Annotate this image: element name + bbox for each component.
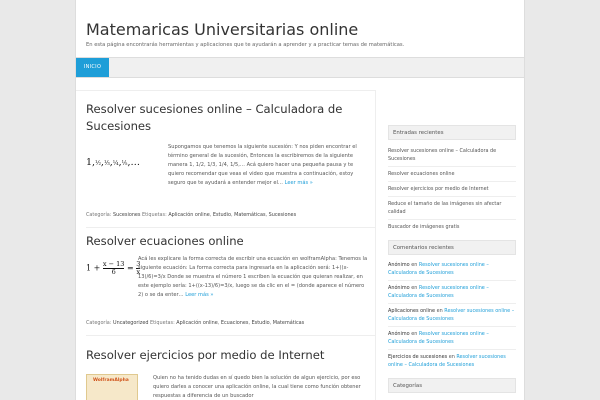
widget-title: Categorías [388, 378, 516, 393]
comment-author: Anónimo [388, 262, 410, 268]
comment-author: Anónimo [388, 331, 410, 337]
recent-comment-item: Ejercicios de sucesiones en Resolver suc… [388, 354, 506, 368]
main-content: Resolver sucesiones online – Calculadora… [76, 90, 376, 400]
nav-item-inicio[interactable]: INICIO [76, 58, 109, 77]
comment-author[interactable]: Aplicaciones online [388, 308, 435, 314]
post-excerpt: Supongamos que tenemos la siguiente suce… [168, 144, 357, 186]
post-title[interactable]: Resolver ecuaciones online [86, 233, 369, 250]
tag-link[interactable]: Estudio [252, 320, 270, 326]
site-title[interactable]: Matemaricas Universitarias online [86, 20, 358, 39]
tag-link[interactable]: Aplicación online [168, 212, 209, 218]
comment-author: Anónimo [388, 285, 410, 291]
tag-link[interactable]: Ecuaciones [221, 320, 249, 326]
widget-recent-posts: Entradas recientes Resolver sucesiones o… [388, 125, 516, 234]
tag-link[interactable]: Matemáticas [273, 320, 304, 326]
read-more-link[interactable]: Leer más » [185, 292, 213, 298]
post-meta: Categoría: Sucesiones Etiquetas: Aplicac… [86, 212, 297, 218]
recent-post-item[interactable]: Buscador de imágenes gratis [388, 220, 516, 234]
post-divider [86, 227, 376, 228]
recent-comment-item: Anónimo en Resolver sucesiones online – … [388, 327, 516, 350]
recent-comment-item: Aplicaciones online en Resolver sucesion… [388, 304, 516, 327]
post-title[interactable]: Resolver sucesiones online – Calculadora… [86, 101, 346, 135]
post-math-image: 1 + x − 13 6 = 3x [86, 260, 141, 276]
tag-link[interactable]: Sucesiones [269, 212, 296, 218]
post-thumbnail[interactable]: WolframAlpha [86, 374, 138, 400]
tag-link[interactable]: Estudio [213, 212, 231, 218]
post-sucesiones: Resolver sucesiones online – Calculadora… [86, 101, 376, 228]
recent-comment-item: Anónimo en Resolver sucesiones online – … [388, 281, 516, 304]
sidebar: Entradas recientes Resolver sucesiones o… [388, 125, 516, 393]
wolframalpha-logo: WolframAlpha [93, 378, 129, 383]
widget-title: Comentarios recientes [388, 240, 516, 255]
category-link[interactable]: Sucesiones [113, 212, 140, 218]
comment-author[interactable]: Ejercicios de sucesiones [388, 354, 447, 360]
post-ecuaciones: Resolver ecuaciones online 1 + x − 13 6 =… [86, 233, 376, 336]
recent-post-item[interactable]: Resolver ejercicios por medio de Interne… [388, 182, 516, 197]
post-divider [86, 335, 376, 336]
post-title[interactable]: Resolver ejercicios por medio de Interne… [86, 347, 369, 364]
read-more-link[interactable]: Leer más » [285, 180, 313, 186]
post-excerpt: Acá les explicare la forma correcta de e… [138, 256, 368, 298]
category-link[interactable]: Uncategorized [113, 320, 148, 326]
recent-post-item[interactable]: Resolver sucesiones online – Calculadora… [388, 144, 516, 167]
recent-post-item[interactable]: Reduce el tamaño de las imágenes sin afe… [388, 197, 516, 220]
tag-link[interactable]: Aplicación online [176, 320, 217, 326]
main-navigation: INICIO [76, 57, 524, 78]
page: Matemaricas Universitarias online En est… [75, 0, 525, 400]
widget-categories: Categorías [388, 378, 516, 393]
post-excerpt: Quien no ha tenido dudas en sí quedo bie… [153, 375, 361, 399]
tag-link[interactable]: Matemáticas [234, 212, 265, 218]
post-ejercicios: Resolver ejercicios por medio de Interne… [86, 347, 369, 400]
widget-recent-comments: Comentarios recientes Anónimo en Resolve… [388, 240, 516, 372]
recent-comment-item: Anónimo en Resolver sucesiones online – … [388, 258, 516, 281]
widget-title: Entradas recientes [388, 125, 516, 140]
recent-post-item[interactable]: Resolver ecuaciones online [388, 167, 516, 182]
post-meta: Categoría: Uncategorized Etiquetas: Apli… [86, 320, 305, 326]
post-math-image: 1,½,⅓,¼,⅕,… [86, 157, 141, 168]
site-description: En esta página encontrarás herramientas … [86, 42, 405, 48]
